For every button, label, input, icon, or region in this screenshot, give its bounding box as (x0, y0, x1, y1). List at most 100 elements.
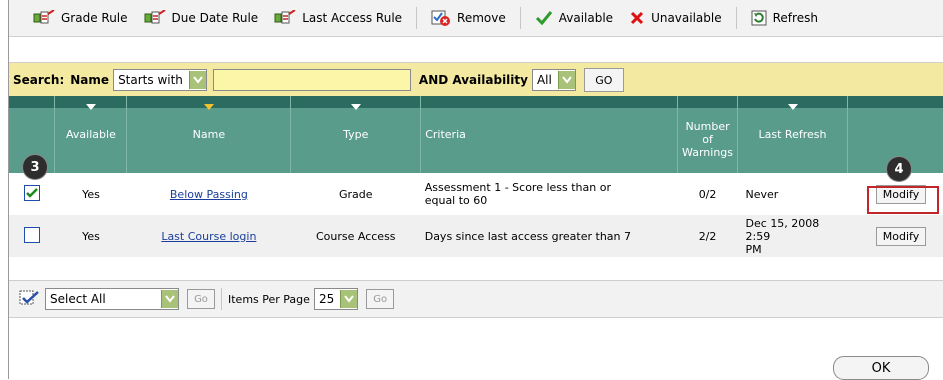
sort-arrow-icon (203, 104, 214, 110)
availability-value: All (536, 73, 552, 87)
sort-arrow-icon (350, 104, 361, 110)
last-access-rule-button[interactable]: Last Access Rule (266, 0, 410, 36)
availability-label: AND Availability (418, 73, 528, 87)
search-operator-select[interactable]: Starts with (113, 69, 207, 91)
last-access-rule-label: Last Access Rule (302, 11, 403, 25)
row-checkbox[interactable] (23, 185, 40, 201)
x-icon (629, 10, 645, 26)
column-header-type[interactable]: Type (290, 96, 422, 173)
remove-icon (431, 10, 451, 26)
column-header-name[interactable]: Name (126, 96, 292, 173)
rules-panel: Grade Rule Due Date Rule Last Access Rul… (8, 0, 943, 379)
last-refresh-cell: Never (737, 173, 848, 215)
remove-button[interactable]: Remove (423, 0, 514, 36)
row-checkbox[interactable] (23, 226, 40, 243)
modify-highlight-box (867, 186, 939, 214)
header-label: Type (343, 128, 369, 141)
chevron-down-icon (340, 290, 358, 308)
search-field-label: Name (70, 73, 110, 87)
bottom-divider (221, 288, 222, 310)
search-label: Search: (13, 73, 65, 87)
chevron-down-icon (557, 71, 575, 89)
chevron-down-icon (161, 290, 178, 308)
toolbar-divider (519, 7, 521, 29)
unavailable-label: Unavailable (651, 11, 722, 25)
sort-arrow-icon (787, 104, 798, 110)
remove-label: Remove (457, 11, 506, 25)
items-per-page-label: Items Per Page (228, 292, 310, 306)
header-label: Name (192, 128, 226, 141)
chevron-down-icon (188, 71, 206, 89)
ok-button[interactable]: OK (833, 356, 929, 380)
bulk-go-button[interactable]: Go (187, 289, 215, 309)
criteria-cell: Days since last access greater than 7 (420, 215, 678, 257)
unavailable-button[interactable]: Unavailable (621, 0, 730, 36)
bulk-actions-bar: Select All Go Items Per Page 25 Go (9, 280, 943, 318)
items-per-page-select[interactable]: 25 (313, 288, 359, 310)
search-bar: Search: Name Starts with AND Availabilit… (9, 62, 943, 97)
bulk-action-select[interactable]: Select All (45, 288, 179, 310)
last-refresh-text: Dec 15, 2008 2:59 (745, 216, 820, 243)
header-label: Criteria (425, 128, 466, 141)
column-header-last-refresh[interactable]: Last Refresh (737, 96, 848, 173)
column-header-warnings: Number of Warnings (677, 96, 739, 173)
name-cell: Below Passing (126, 173, 291, 215)
items-per-page-go-button[interactable]: Go (366, 289, 395, 309)
due-date-rule-label: Due Date Rule (171, 11, 259, 25)
last-refresh-cell: Dec 15, 2008 2:59 PM (737, 215, 848, 257)
bulk-action-value: Select All (50, 292, 106, 306)
available-button[interactable]: Available (527, 0, 621, 36)
available-cell: Yes (54, 215, 127, 257)
rule-name-link[interactable]: Below Passing (170, 188, 248, 201)
header-label: Last Refresh (758, 128, 827, 141)
action-toolbar: Grade Rule Due Date Rule Last Access Rul… (9, 0, 943, 37)
available-label: Available (558, 11, 614, 25)
refresh-icon (751, 10, 767, 26)
name-cell: Last Course login (126, 215, 291, 257)
rule-icon (274, 10, 296, 26)
table-header-row: Available Name Type Criteria Number of W… (9, 96, 943, 173)
warnings-cell: 0/2 (677, 173, 738, 215)
available-cell: Yes (54, 173, 127, 215)
grade-rule-label: Grade Rule (61, 11, 128, 25)
due-date-rule-button[interactable]: Due Date Rule (136, 0, 267, 36)
type-cell: Course Access (290, 215, 421, 257)
column-header-available[interactable]: Available (54, 96, 128, 173)
search-go-button[interactable]: GO (583, 68, 624, 92)
availability-select[interactable]: All (531, 69, 576, 91)
callout-badge-4: 4 (887, 157, 911, 181)
rule-name-link[interactable]: Last Course login (161, 230, 256, 243)
rule-icon (144, 10, 166, 26)
criteria-cell: Assessment 1 - Score less than or equal … (420, 173, 678, 215)
action-cell: Modify (847, 215, 943, 257)
grade-rule-button[interactable]: Grade Rule (9, 0, 136, 36)
select-all-icon (19, 290, 41, 308)
last-refresh-text: PM (745, 242, 762, 256)
modify-button[interactable]: Modify (875, 226, 927, 246)
last-refresh-text: Never (745, 187, 779, 201)
callout-badge-3: 3 (23, 155, 47, 179)
column-header-criteria: Criteria (420, 96, 679, 173)
warnings-cell: 2/2 (677, 215, 738, 257)
header-label: Warnings (682, 145, 734, 159)
toolbar-divider (735, 7, 737, 29)
search-operator-value: Starts with (118, 73, 183, 87)
toolbar-divider (416, 7, 418, 29)
items-per-page-value: 25 (318, 292, 335, 306)
refresh-button[interactable]: Refresh (743, 0, 826, 36)
checkmark-icon (26, 188, 38, 198)
header-label: of (702, 132, 713, 146)
rules-table: Available Name Type Criteria Number of W… (9, 96, 943, 257)
checkmark-icon (535, 10, 553, 26)
header-label: Available (66, 128, 116, 141)
type-cell: Grade (290, 173, 421, 215)
sort-arrow-icon (85, 104, 96, 110)
rule-icon (33, 10, 55, 26)
refresh-label: Refresh (772, 11, 818, 25)
row-select-cell (9, 173, 55, 215)
header-label: Number (685, 119, 730, 133)
criteria-text: Assessment 1 - Score less than or (424, 181, 611, 194)
search-input[interactable] (212, 69, 411, 91)
table-row: Yes Last Course login Course Access Days… (9, 215, 943, 257)
table-row: Yes Below Passing Grade Assessment 1 - S… (9, 173, 943, 215)
